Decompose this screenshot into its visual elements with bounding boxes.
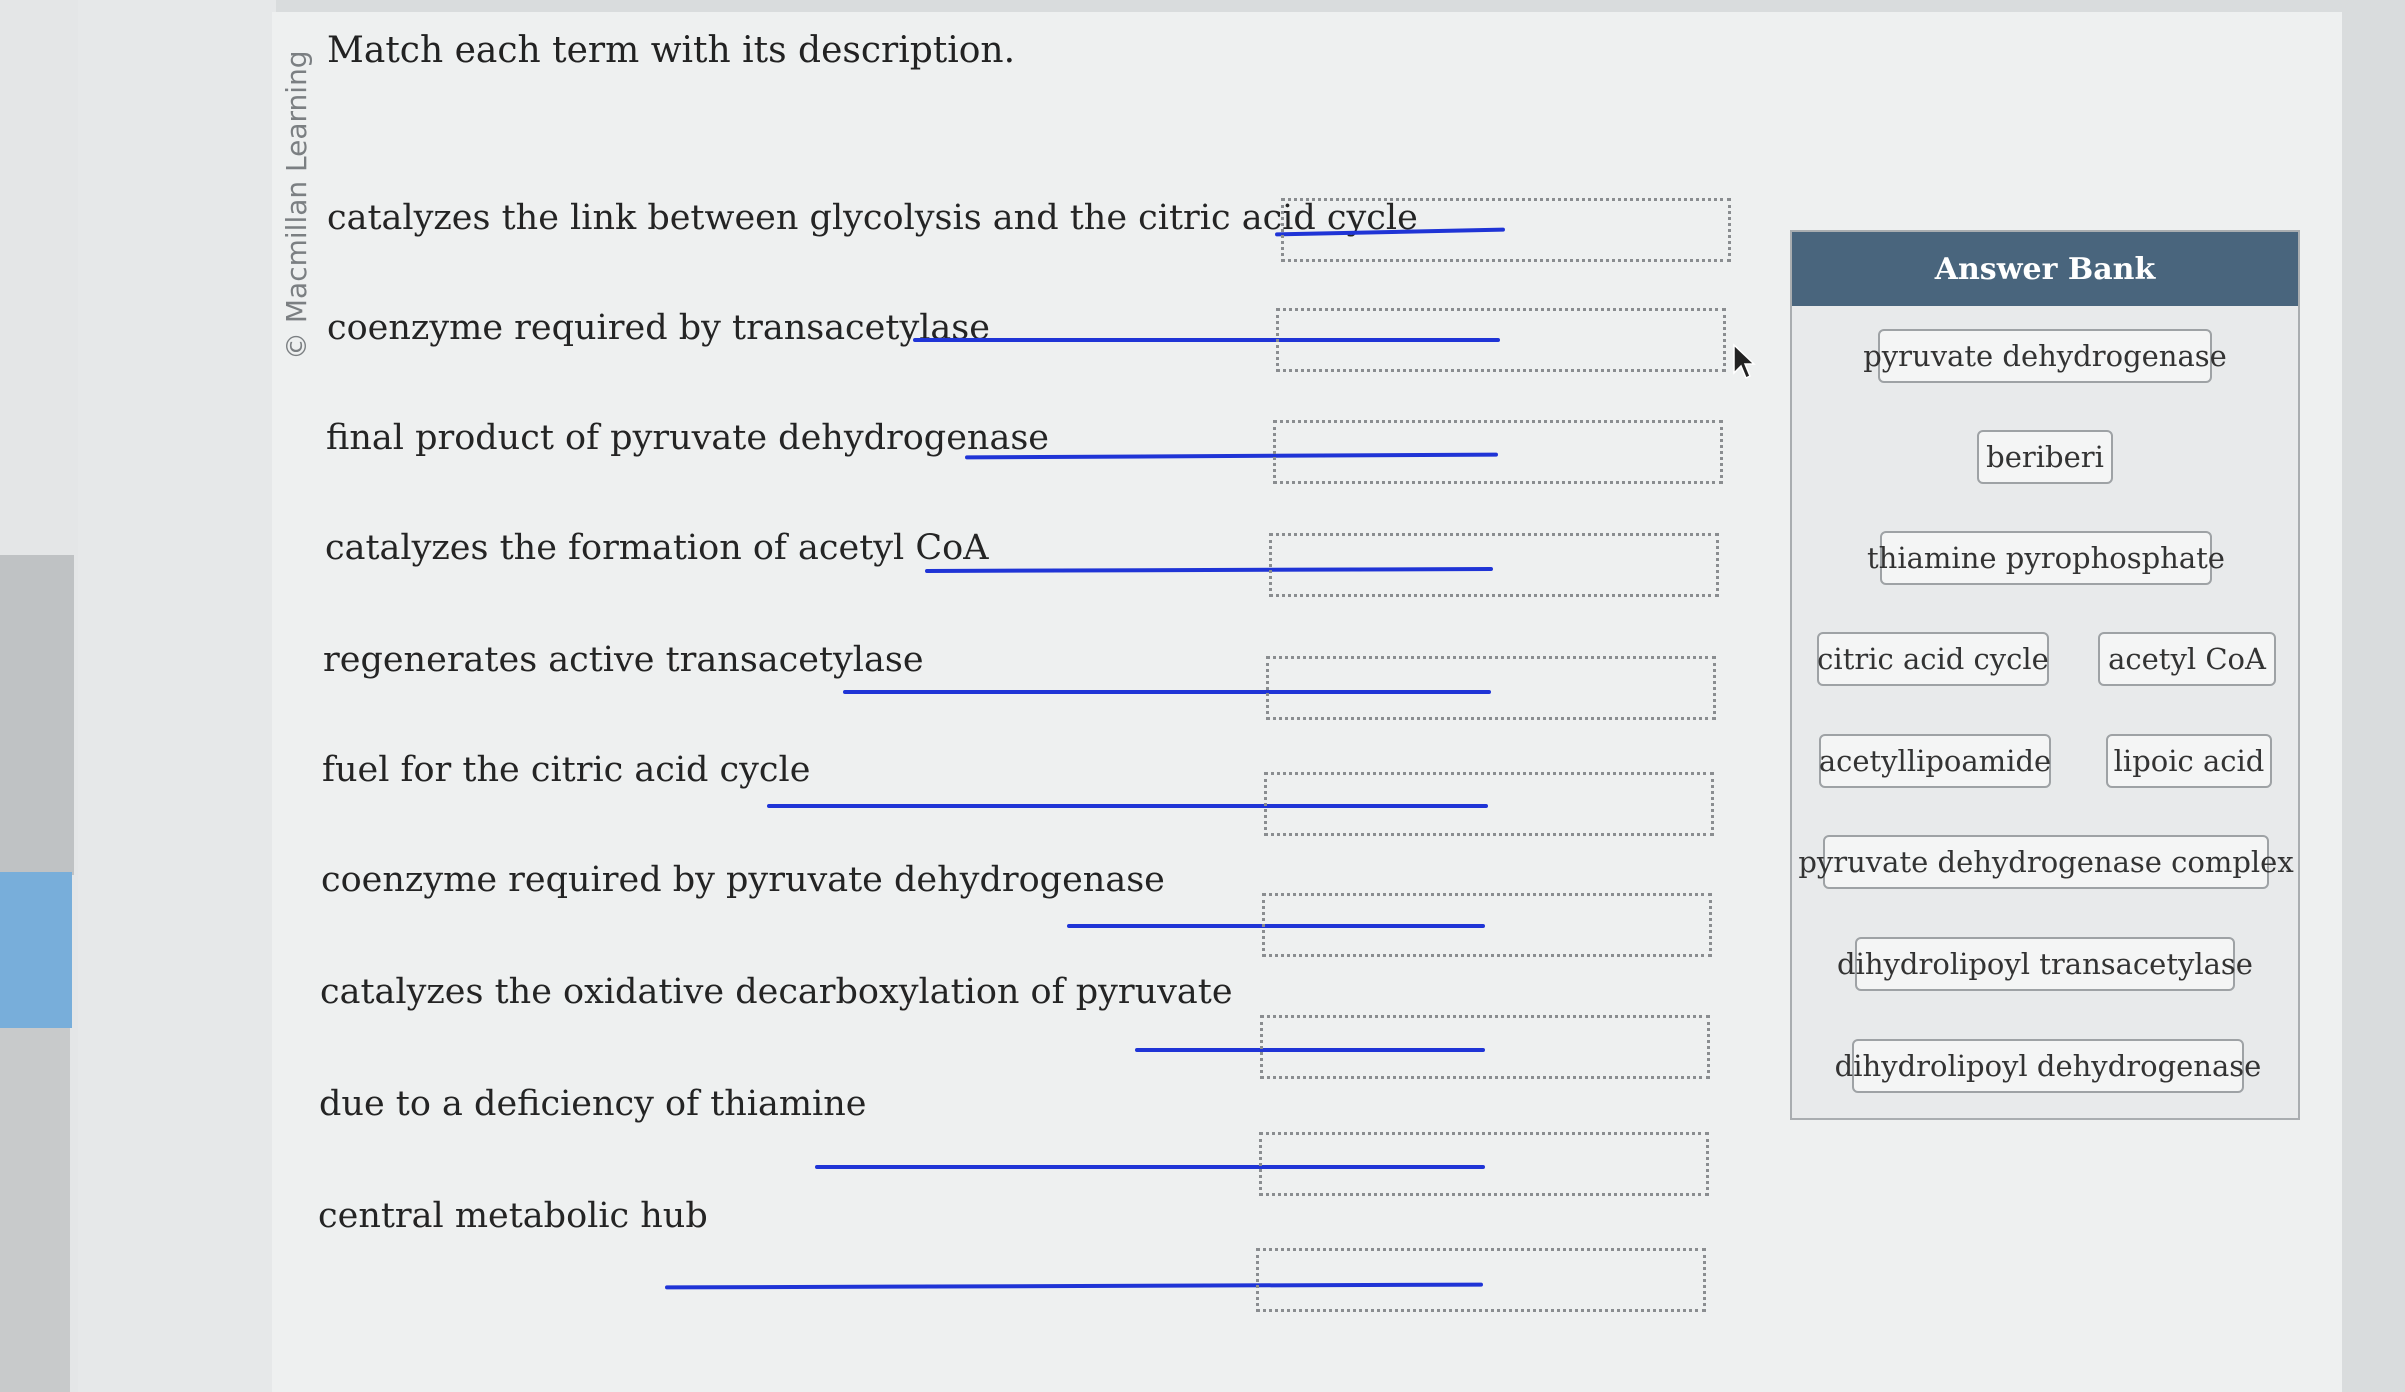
left-strip-segment bbox=[0, 555, 74, 875]
drop-target-5[interactable] bbox=[1266, 656, 1716, 720]
answer-chip-thiamine-pyrophosphate[interactable]: thiamine pyrophosphate bbox=[1867, 531, 2225, 585]
description-10: central metabolic hub bbox=[318, 1196, 708, 1236]
answer-chip-acetyl-coa[interactable]: acetyl CoA bbox=[2098, 632, 2276, 686]
description-5: regenerates active transacetylase bbox=[323, 640, 924, 680]
answer-chip-beriberi[interactable]: beriberi bbox=[1977, 430, 2113, 484]
answer-chip-dihydrolipoyl-dehydrogenase[interactable]: dihydrolipoyl dehydrogenase bbox=[1835, 1039, 2261, 1093]
drop-target-4[interactable] bbox=[1269, 533, 1719, 597]
answer-chip-pyruvate-dehydrogenase[interactable]: pyruvate dehydrogenase bbox=[1863, 329, 2227, 383]
description-4: catalyzes the formation of acetyl CoA bbox=[325, 528, 989, 568]
description-6: fuel for the citric acid cycle bbox=[322, 750, 811, 790]
answer-chip-pyruvate-dehydrogenase-complex[interactable]: pyruvate dehydrogenase complex bbox=[1798, 835, 2294, 889]
description-3: final product of pyruvate dehydrogenase bbox=[326, 418, 1050, 458]
question-title: Match each term with its description. bbox=[327, 30, 1016, 71]
drop-target-6[interactable] bbox=[1264, 772, 1714, 836]
answer-bank: Answer Bank pyruvate dehydrogenase berib… bbox=[1790, 230, 2300, 1120]
left-strip-highlight bbox=[0, 872, 72, 1028]
drop-target-1[interactable] bbox=[1281, 198, 1731, 262]
drop-target-10[interactable] bbox=[1256, 1248, 1706, 1312]
drop-target-9[interactable] bbox=[1259, 1132, 1709, 1196]
mouse-cursor-icon bbox=[1733, 343, 1756, 380]
answer-chip-citric-acid-cycle[interactable]: citric acid cycle bbox=[1817, 632, 2049, 686]
answer-bank-title: Answer Bank bbox=[1792, 232, 2298, 306]
description-9: due to a deficiency of thiamine bbox=[319, 1084, 867, 1124]
drop-target-8[interactable] bbox=[1260, 1015, 1710, 1079]
description-8: catalyzes the oxidative decarboxylation … bbox=[320, 972, 1233, 1012]
answer-chip-dihydrolipoyl-transacetylase[interactable]: dihydrolipoyl transacetylase bbox=[1837, 937, 2253, 991]
answer-chip-acetyllipoamide[interactable]: acetyllipoamide bbox=[1819, 734, 2051, 788]
left-strip-segment bbox=[0, 1028, 70, 1392]
copyright-watermark: © Macmillan Learning bbox=[280, 50, 313, 360]
answer-chip-lipoic-acid[interactable]: lipoic acid bbox=[2106, 734, 2272, 788]
drop-target-2[interactable] bbox=[1276, 308, 1726, 372]
description-2: coenzyme required by transacetylase bbox=[327, 308, 990, 348]
left-edge-strip bbox=[0, 0, 78, 1392]
page-gutter bbox=[78, 0, 276, 1392]
description-7: coenzyme required by pyruvate dehydrogen… bbox=[321, 860, 1165, 900]
drop-target-3[interactable] bbox=[1273, 420, 1723, 484]
drop-target-7[interactable] bbox=[1262, 893, 1712, 957]
description-1: catalyzes the link between glycolysis an… bbox=[327, 198, 1418, 238]
